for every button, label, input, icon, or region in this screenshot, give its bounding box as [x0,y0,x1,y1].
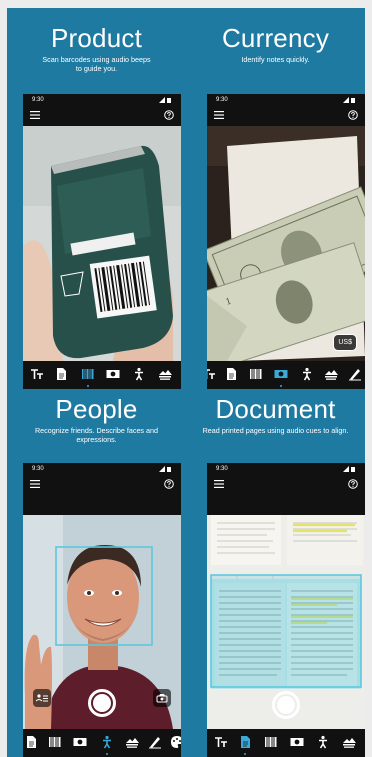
card-title: Currency [221,23,330,53]
handwriting-icon[interactable] [147,734,163,750]
barcode-icon[interactable] [47,734,63,750]
camera-view-money: 1 US$ [207,126,365,361]
switch-camera-button[interactable] [153,689,171,707]
scene-icon[interactable] [124,734,140,750]
menu-icon[interactable] [30,111,40,119]
short-text-icon[interactable] [213,734,229,750]
document-card: Document Read printed pages using audio … [186,394,365,435]
status-time: 9:30 [32,466,44,472]
camera-view-can [23,126,181,361]
camera-view-face [23,515,181,729]
document-icon[interactable] [53,366,69,382]
person-icon[interactable] [315,734,331,750]
currency-icon[interactable] [289,734,305,750]
mode-toolbar [23,361,181,389]
phone-product: 9:30 [23,94,181,389]
phone-currency: 9:30 1 US$ [207,94,365,389]
product-card: Product Scan barcodes using audio beeps … [7,23,186,73]
face-list-button[interactable] [33,689,51,707]
people-card: People Recognize friends. Describe faces… [7,394,186,444]
card-title: People [55,394,138,424]
top-bar [207,475,365,495]
person-icon[interactable] [99,734,115,750]
help-icon[interactable] [164,110,174,120]
document-icon[interactable] [223,366,239,382]
signal-icon [159,466,171,472]
signal-icon [159,97,171,103]
top-bar [23,106,181,126]
currency-icon[interactable] [273,366,289,382]
status-time: 9:30 [216,97,228,103]
status-bar: 9:30 [23,463,181,475]
top-bar [207,106,365,126]
selected-indicator [87,385,89,387]
help-icon[interactable] [348,110,358,120]
short-text-icon[interactable] [29,366,45,382]
can-photo [23,126,181,361]
selected-indicator [280,385,282,387]
help-icon[interactable] [164,479,174,489]
status-time: 9:30 [32,97,44,103]
camera-view-book [207,515,365,729]
shutter-button[interactable] [272,691,300,719]
card-subtitle: Scan barcodes using audio beeps to guide… [42,55,151,73]
status-bar: 9:30 [207,94,365,106]
app-showcase: Product Scan barcodes using audio beeps … [7,8,365,757]
barcode-icon[interactable] [80,366,96,382]
menu-icon[interactable] [214,480,224,488]
currency-icon[interactable] [105,366,121,382]
barcode-icon[interactable] [263,734,279,750]
scene-icon[interactable] [341,734,357,750]
mode-toolbar [207,729,365,757]
money-photo: 1 [207,126,365,361]
mode-toolbar [207,361,365,389]
currency-card: Currency Identify notes quickly. [186,23,365,64]
selected-indicator [244,753,246,755]
shutter-button[interactable] [88,689,116,717]
document-icon[interactable] [23,734,39,750]
scene-icon[interactable] [323,366,339,382]
short-text-icon[interactable] [207,366,217,382]
color-icon[interactable] [169,734,181,750]
card-title: Product [50,23,142,53]
person-icon[interactable] [299,366,315,382]
card-subtitle: Identify notes quickly. [241,55,310,64]
menu-icon[interactable] [214,111,224,119]
mode-toolbar [23,729,181,757]
menu-icon[interactable] [30,480,40,488]
signal-icon [343,97,355,103]
document-icon[interactable] [237,734,253,750]
status-bar: 9:30 [23,94,181,106]
handwriting-icon[interactable] [347,366,363,382]
phone-people: 9:30 [23,463,181,757]
card-title: Document [215,394,336,424]
card-subtitle: Read printed pages using audio cues to a… [202,426,349,435]
card-subtitle: Recognize friends. Describe faces and ex… [34,426,159,444]
help-icon[interactable] [348,479,358,489]
person-icon[interactable] [131,366,147,382]
currency-icon[interactable] [72,734,88,750]
barcode-icon[interactable] [248,366,264,382]
signal-icon [343,466,355,472]
status-time: 9:30 [216,466,228,472]
selected-indicator [106,753,108,755]
status-bar: 9:30 [207,463,365,475]
scene-icon[interactable] [157,366,173,382]
currency-badge: US$ [333,334,357,351]
phone-document: 9:30 [207,463,365,757]
top-bar [23,475,181,495]
